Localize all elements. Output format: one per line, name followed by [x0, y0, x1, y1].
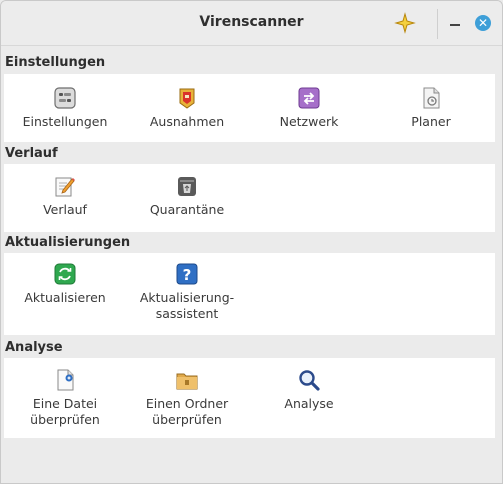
history-label: Verlauf — [43, 202, 87, 217]
sparkle-icon[interactable] — [393, 11, 417, 35]
scheduler-button[interactable]: Planer — [366, 86, 496, 130]
panel-verlauf: Verlauf Quarantäne — [4, 164, 495, 232]
quarantine-icon — [178, 177, 196, 196]
help-icon: ? — [176, 263, 198, 285]
update-assistant-label: Aktualisierung- sassistent — [139, 290, 235, 321]
scan-folder-label: Einen Ordner überprüfen — [145, 396, 229, 427]
analyse-label: Analyse — [284, 396, 334, 411]
settings-button[interactable]: Einstellungen — [1, 86, 130, 130]
scan-file-icon — [57, 369, 74, 391]
scan-folder-button[interactable]: Einen Ordner überprüfen — [122, 368, 252, 428]
minimize-button[interactable] — [447, 13, 463, 31]
update-label: Aktualisieren — [24, 290, 106, 305]
scan-folder-icon — [176, 373, 198, 390]
network-label: Netzwerk — [279, 114, 339, 129]
network-icon — [298, 87, 320, 109]
quarantine-label: Quarantäne — [149, 202, 225, 217]
update-assistant-button[interactable]: ? Aktualisierung- sassistent — [122, 262, 252, 322]
svg-text:?: ? — [183, 266, 192, 284]
scan-file-label: Eine Datei überprüfen — [30, 396, 100, 427]
exceptions-icon — [179, 88, 195, 109]
section-title-aktualisierungen: Aktualisierungen — [1, 233, 502, 253]
section-title-analyse: Analyse — [1, 338, 502, 358]
minimize-icon — [450, 24, 460, 26]
scheduler-icon — [423, 87, 440, 109]
settings-label: Einstellungen — [22, 114, 108, 129]
update-button[interactable]: Aktualisieren — [1, 262, 130, 306]
analyse-button[interactable]: Analyse — [244, 368, 374, 412]
panel-einstellungen: Einstellungen Ausnahmen Netzwerk Planer — [4, 74, 495, 142]
history-icon — [55, 177, 75, 197]
app-window: Virenscanner ✕ Einstellungen Einstellung… — [0, 0, 503, 484]
titlebar-separator — [437, 9, 438, 39]
panel-aktualisierungen: Aktualisieren ? Aktualisierung- sassiste… — [4, 253, 495, 335]
panel-analyse: Eine Datei überprüfen Einen Ordner überp… — [4, 358, 495, 438]
magnifier-icon — [299, 370, 320, 391]
exceptions-label: Ausnahmen — [149, 114, 225, 129]
settings-icon — [54, 87, 76, 109]
scheduler-label: Planer — [411, 114, 451, 129]
window-title: Virenscanner — [199, 14, 304, 30]
network-button[interactable]: Netzwerk — [244, 86, 374, 130]
close-button[interactable]: ✕ — [475, 15, 491, 31]
quarantine-button[interactable]: Quarantäne — [122, 174, 252, 218]
scan-file-button[interactable]: Eine Datei überprüfen — [1, 368, 130, 428]
history-button[interactable]: Verlauf — [1, 174, 130, 218]
titlebar: Virenscanner ✕ — [1, 1, 502, 46]
section-title-verlauf: Verlauf — [1, 144, 502, 164]
section-title-einstellungen: Einstellungen — [1, 53, 502, 73]
update-icon — [54, 263, 76, 285]
exceptions-button[interactable]: Ausnahmen — [122, 86, 252, 130]
